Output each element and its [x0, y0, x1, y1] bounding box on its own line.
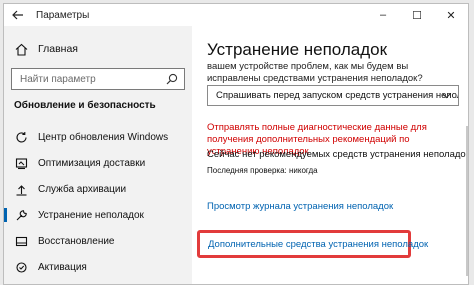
sidebar-item-label: Восстановление	[38, 235, 115, 247]
sidebar-item-label: Служба архивации	[38, 183, 127, 195]
section-title: Обновление и безопасность	[14, 100, 156, 111]
sidebar: Главная Обновление и безопасность Центр …	[4, 26, 192, 284]
minimize-button[interactable]: –	[366, 4, 400, 26]
settings-window: Параметры – ☐ ✕ Главная Обновление и без…	[3, 3, 469, 285]
window-controls: – ☐ ✕	[366, 4, 468, 26]
refresh-icon	[14, 130, 28, 144]
main-content: Устранение неполадок вашем устройстве пр…	[192, 26, 469, 284]
sidebar-item-label: Оптимизация доставки	[38, 157, 146, 169]
chevron-down-icon	[442, 93, 451, 99]
additional-troubleshooters-link[interactable]: Дополнительные средства устранения непол…	[208, 239, 428, 250]
status-text: Сейчас нет рекомендуемых средств устране…	[207, 149, 469, 160]
sidebar-home[interactable]: Главная	[14, 42, 78, 56]
wrench-icon	[14, 208, 28, 222]
sidebar-item-label: Устранение неполадок	[38, 209, 144, 221]
backup-icon	[14, 182, 28, 196]
delivery-icon	[14, 156, 28, 170]
search-box[interactable]	[11, 68, 185, 90]
sidebar-item-label: Активация	[38, 261, 87, 273]
search-icon	[166, 73, 178, 85]
troubleshoot-mode-dropdown[interactable]: Спрашивать перед запуском средств устран…	[207, 85, 459, 106]
search-input[interactable]	[20, 73, 160, 85]
home-label: Главная	[38, 43, 78, 55]
activation-icon	[14, 260, 28, 274]
sidebar-item-recovery[interactable]: Восстановление	[4, 228, 192, 254]
back-button[interactable]	[4, 4, 32, 26]
troubleshoot-history-link[interactable]: Просмотр журнала устранения неполадок	[207, 201, 393, 212]
last-check-text: Последняя проверка: никогда	[207, 166, 318, 175]
sidebar-item-delivery-optimization[interactable]: Оптимизация доставки	[4, 150, 192, 176]
scrollbar[interactable]	[466, 126, 468, 276]
title-bar: Параметры – ☐ ✕	[4, 4, 468, 26]
window-title: Параметры	[36, 9, 90, 21]
back-arrow-icon	[12, 10, 23, 20]
highlight-box: Дополнительные средства устранения непол…	[197, 230, 428, 258]
sidebar-nav: Центр обновления Windows Оптимизация дос…	[4, 124, 192, 280]
page-title: Устранение неполадок	[207, 40, 388, 59]
sidebar-item-backup[interactable]: Служба архивации	[4, 176, 192, 202]
dropdown-value: Спрашивать перед запуском средств устран…	[216, 90, 459, 101]
description-text: вашем устройстве проблем, как мы будем в…	[207, 61, 423, 84]
sidebar-item-troubleshoot[interactable]: Устранение неполадок	[4, 202, 192, 228]
maximize-button[interactable]: ☐	[400, 4, 434, 26]
recovery-icon	[14, 234, 28, 248]
sidebar-item-label: Центр обновления Windows	[38, 131, 169, 143]
sidebar-item-activation[interactable]: Активация	[4, 254, 192, 280]
close-button[interactable]: ✕	[434, 4, 468, 26]
sidebar-item-windows-update[interactable]: Центр обновления Windows	[4, 124, 192, 150]
home-icon	[14, 42, 28, 56]
